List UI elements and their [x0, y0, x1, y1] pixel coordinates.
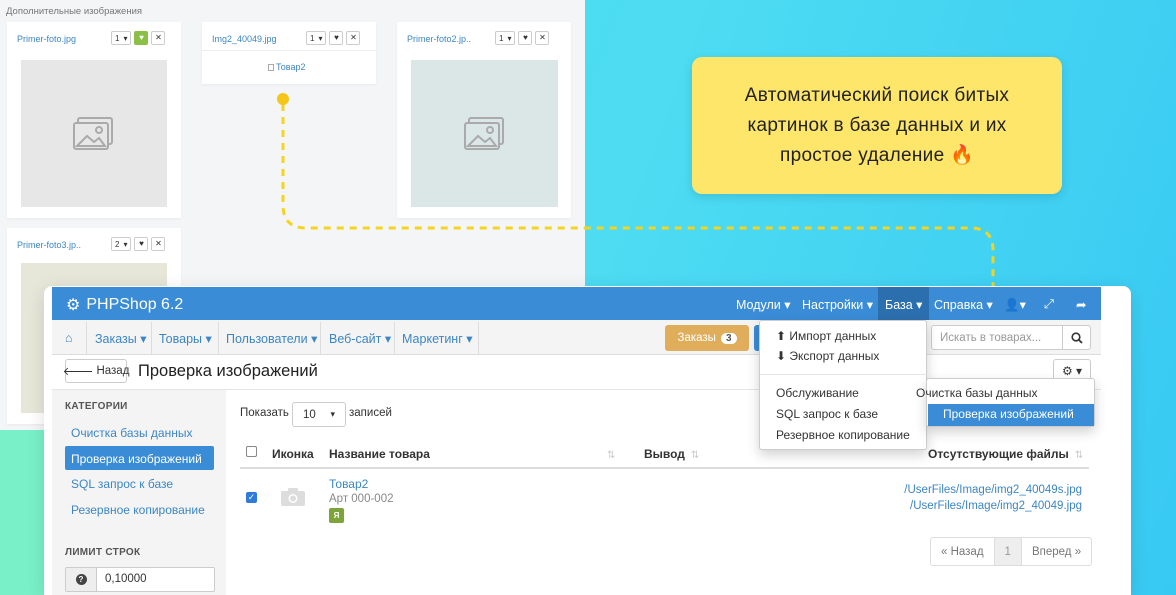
- gear-icon: ⚙: [66, 297, 81, 314]
- show-label: Показать: [240, 407, 289, 419]
- menu-products[interactable]: Товары ▾: [159, 331, 212, 346]
- arrow-left-icon: 🡐: [62, 366, 94, 378]
- nav-settings[interactable]: Настройки ▾: [802, 297, 873, 312]
- dd-backup[interactable]: Резервное копирование: [776, 428, 910, 442]
- row-checkbox[interactable]: ✓: [246, 492, 257, 503]
- sidebar-item-image-check[interactable]: Проверка изображений: [65, 446, 214, 470]
- home-icon[interactable]: ⌂: [65, 331, 73, 345]
- menu-divider: [218, 322, 219, 354]
- dd-sql[interactable]: SQL запрос к базе: [776, 407, 878, 421]
- back-button[interactable]: 🡐 Назад: [62, 359, 129, 383]
- submenu-image-check[interactable]: Проверка изображений: [943, 407, 1074, 421]
- import-icon: ⬆: [776, 329, 787, 343]
- orders-count-badge: 3: [720, 332, 737, 344]
- user-icon[interactable]: 👤▾: [1004, 297, 1026, 313]
- help-icon: ?: [66, 568, 97, 591]
- sidebar-item-db-cleanup[interactable]: Очистка базы данных: [65, 420, 214, 444]
- dd-import[interactable]: ⬆ Импорт данных: [776, 329, 876, 343]
- menu-marketing[interactable]: Маркетинг ▾: [402, 331, 473, 346]
- table-header-divider: [240, 467, 1089, 469]
- search-input[interactable]: Искать в товарах...: [931, 325, 1063, 350]
- search-button[interactable]: [1062, 325, 1091, 350]
- menu-orders[interactable]: Заказы ▾: [95, 331, 147, 346]
- col-header-output[interactable]: Вывод ⇅: [644, 447, 699, 461]
- orders-button[interactable]: Заказы 3: [665, 325, 749, 351]
- marketplace-badge: Я: [329, 508, 344, 523]
- pager-current[interactable]: 1: [994, 538, 1022, 565]
- product-article: Арт 000-002: [329, 493, 394, 505]
- brand[interactable]: ⚙ PHPShop 6.2: [66, 295, 183, 315]
- pager-prev[interactable]: « Назад: [931, 538, 995, 565]
- menu-users[interactable]: Пользователи ▾: [226, 331, 317, 346]
- submenu-db-cleanup[interactable]: Очистка базы данных: [916, 386, 1037, 400]
- sort-icon: ⇅: [690, 450, 700, 461]
- pager-next[interactable]: Вперед »: [1022, 538, 1091, 565]
- search-icon: [1070, 331, 1083, 344]
- nav-database[interactable]: База ▾: [878, 287, 930, 320]
- sidebar-item-backup[interactable]: Резервное копирование: [65, 497, 214, 521]
- nav-modules[interactable]: Модули ▾: [736, 297, 791, 312]
- page-title: Проверка изображений: [138, 362, 318, 380]
- missing-file-link[interactable]: /UserFiles/Image/img2_40049s.jpg: [904, 484, 1082, 496]
- nav-help[interactable]: Справка ▾: [934, 297, 993, 312]
- dd-export[interactable]: ⬇ Экспорт данных: [776, 349, 879, 363]
- gear-icon: ⚙: [1061, 364, 1073, 378]
- fullscreen-icon[interactable]: ⤢: [1044, 297, 1054, 312]
- maintenance-submenu: Очистка базы данных Проверка изображений: [916, 378, 1095, 427]
- col-header-icon: Иконка: [272, 447, 314, 461]
- menu-website[interactable]: Веб-сайт ▾: [329, 331, 391, 346]
- export-icon: ⬇: [776, 349, 787, 363]
- sort-icon[interactable]: ⇅: [601, 447, 615, 461]
- col-header-missing[interactable]: Отсутствующие файлы ⇅: [928, 447, 1083, 461]
- menu-divider: [478, 322, 479, 354]
- product-name-link[interactable]: Товар2: [329, 477, 368, 491]
- dd-maintenance[interactable]: Обслуживание: [776, 386, 859, 400]
- limit-field[interactable]: ? 0,10000: [65, 567, 215, 592]
- database-dropdown: ⬆ Импорт данных ⬇ Экспорт данных Обслужи…: [759, 320, 928, 450]
- pagination: « Назад 1 Вперед »: [930, 537, 1093, 566]
- col-header-name[interactable]: Название товара: [329, 447, 430, 461]
- missing-file-link[interactable]: /UserFiles/Image/img2_40049.jpg: [910, 500, 1082, 512]
- top-navbar: ⚙ PHPShop 6.2 Модули ▾ Настройки ▾ База ▾…: [52, 287, 1101, 320]
- sidebar-item-sql[interactable]: SQL запрос к базе: [65, 471, 214, 495]
- camera-icon: [280, 487, 306, 510]
- sidebar-categories-title: КАТЕГОРИИ: [65, 401, 128, 412]
- sidebar-limit-title: ЛИМИТ СТРОК: [65, 547, 141, 558]
- page-size-select[interactable]: 10 ▾: [292, 402, 346, 427]
- share-icon[interactable]: ➦: [1076, 297, 1086, 312]
- menu-divider: [394, 322, 395, 354]
- sort-icon: ⇅: [1074, 450, 1084, 461]
- menu-divider: [151, 322, 152, 354]
- limit-value: 0,10000: [105, 573, 147, 585]
- records-label: записей: [349, 407, 392, 419]
- connector-start-dot: [277, 93, 289, 105]
- sidebar: КАТЕГОРИИ Очистка базы данных Проверка и…: [52, 390, 226, 595]
- menu-divider: [320, 322, 321, 354]
- dropdown-divider: [760, 374, 928, 375]
- select-all-checkbox[interactable]: [246, 446, 257, 457]
- menu-divider: [86, 322, 87, 354]
